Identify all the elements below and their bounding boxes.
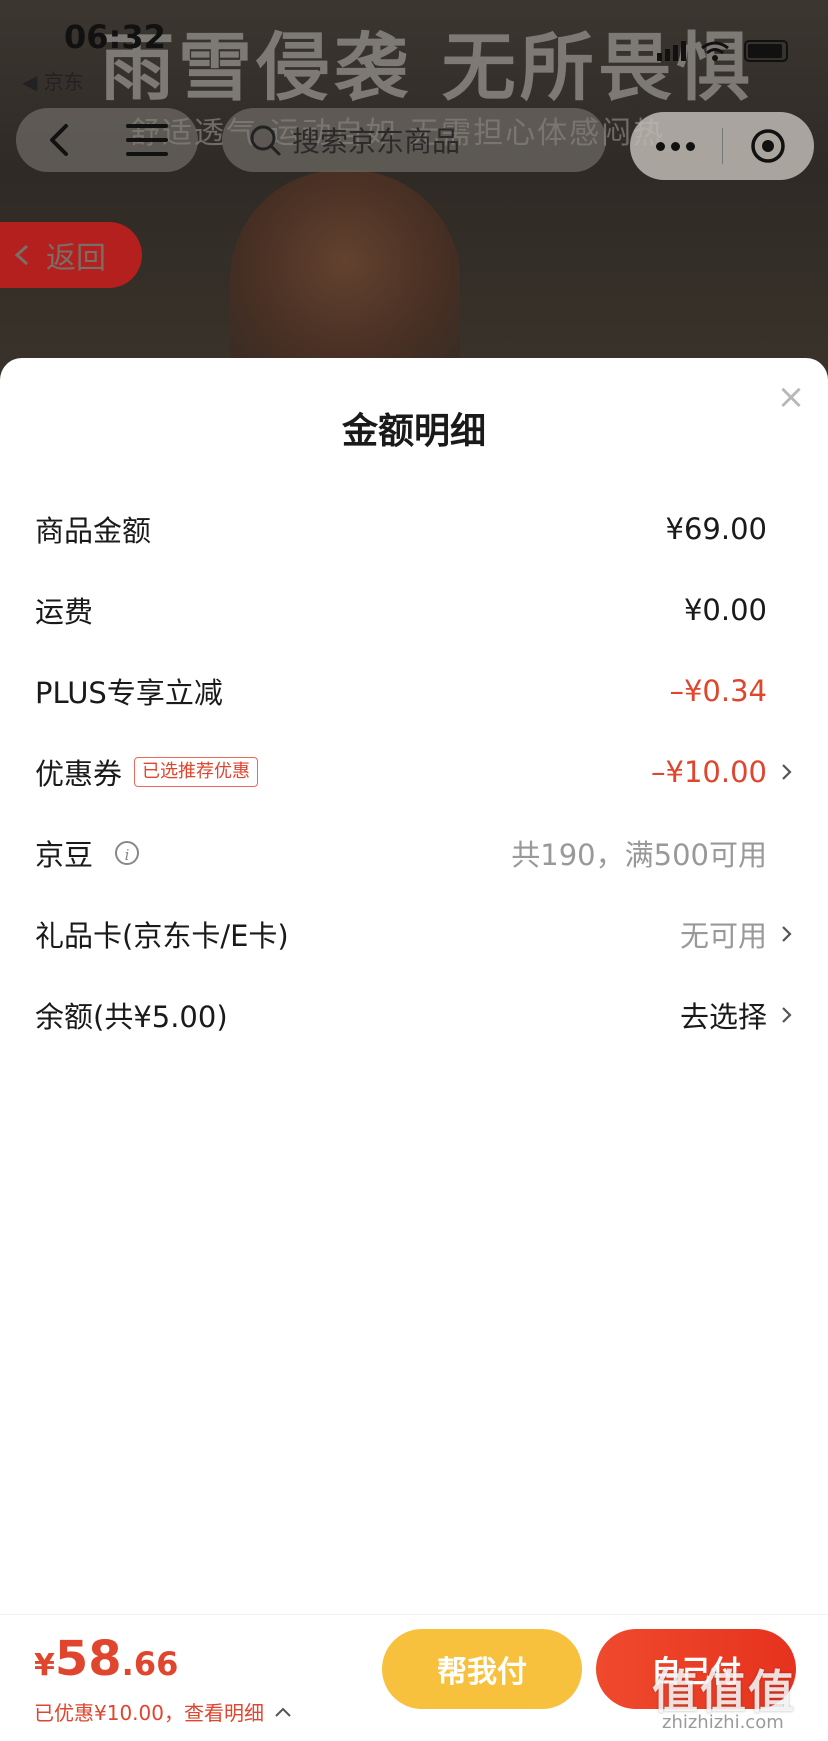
chevron-left-icon [14,244,29,266]
row-jingdou: 京豆 i 共190，满500可用 [0,812,828,893]
row-label: 余额(共¥5.00) [35,999,228,1034]
row-value: 去选择 [679,999,767,1034]
row-balance[interactable]: 余额(共¥5.00) 去选择 [0,974,828,1055]
status-time: 06:32 [64,18,166,56]
row-value: –¥10.00 [651,754,767,789]
row-value: 无可用 [679,918,767,953]
chevron-up-icon [275,1707,291,1717]
row-label: 京豆 [35,837,94,872]
product-page-background: 雨雪侵袭 无所畏惧 舒适透气 运动自如 无需担心体感闷热 06:32 ◀ 京东 … [0,0,828,380]
signal-icon [657,41,686,61]
view-detail-link[interactable]: 查看明细 [184,1697,264,1726]
row-label-group: 优惠券 已选推荐优惠 [35,751,259,793]
more-icon[interactable] [630,141,722,151]
help-me-pay-button[interactable]: 帮我付 [382,1629,582,1709]
coupon-tag: 已选推荐优惠 [134,756,259,787]
back-arrow-icon[interactable] [40,120,80,160]
row-label: 礼品卡(京东卡/E卡) [35,918,289,953]
info-icon[interactable]: i [115,840,140,865]
row-label: 商品金额 [35,513,152,548]
total-price: ¥58.66 [34,1631,178,1687]
row-plus-discount: PLUS专享立减 –¥0.34 [0,650,828,731]
miniapp-close-icon[interactable] [723,127,815,165]
saved-summary[interactable]: 已优惠¥10.00， 查看明细 [34,1697,292,1726]
currency-symbol: ¥ [34,1648,55,1683]
row-shipping: 运费 ¥0.00 [0,569,828,650]
return-label: 返回 [46,241,106,276]
close-icon[interactable]: × [776,380,806,414]
search-bar[interactable]: 搜索京东商品 [222,108,606,172]
row-value: ¥69.00 [665,511,767,546]
product-photo [230,170,460,380]
sheet-title: 金额明细 [341,411,486,452]
row-value: 共190，满500可用 [511,837,767,872]
status-back-app[interactable]: ◀ 京东 [22,66,84,95]
row-coupon[interactable]: 优惠券 已选推荐优惠 –¥10.00 [0,731,828,812]
total-decimal: .66 [121,1645,179,1683]
banner-headline: 雨雪侵袭 无所畏惧 [100,25,754,111]
battery-icon [744,40,788,62]
row-goods-amount: 商品金额 ¥69.00 [0,488,828,569]
row-label-group: 京豆 i [35,832,140,874]
miniapp-capsule [630,112,814,180]
return-button[interactable]: 返回 [0,222,142,288]
amount-detail-sheet: 金额明细 × 商品金额 ¥69.00 运费 ¥0.00 PLUS专享立减 –¥0… [0,358,828,1740]
chevron-right-icon [782,763,792,780]
row-label: PLUS专享立减 [35,675,223,710]
menu-icon[interactable] [126,124,168,156]
chevron-right-icon [782,1006,792,1023]
total-integer: 58 [54,1631,122,1687]
search-placeholder: 搜索京东商品 [292,125,461,158]
watermark-url: zhizhizhi.com [662,1712,784,1733]
row-gift-card[interactable]: 礼品卡(京东卡/E卡) 无可用 [0,893,828,974]
wifi-icon [701,41,729,61]
chevron-right-icon [782,925,792,942]
nav-left-group [16,108,198,172]
row-label: 优惠券 [35,756,123,791]
status-icons [657,40,788,62]
row-label: 运费 [35,594,94,629]
search-icon [250,125,281,156]
row-value: –¥0.34 [669,673,767,708]
amount-rows: 商品金额 ¥69.00 运费 ¥0.00 PLUS专享立减 –¥0.34 优惠券… [0,488,828,1055]
saved-text: 已优惠¥10.00， [34,1701,184,1725]
row-value: ¥0.00 [683,592,767,627]
